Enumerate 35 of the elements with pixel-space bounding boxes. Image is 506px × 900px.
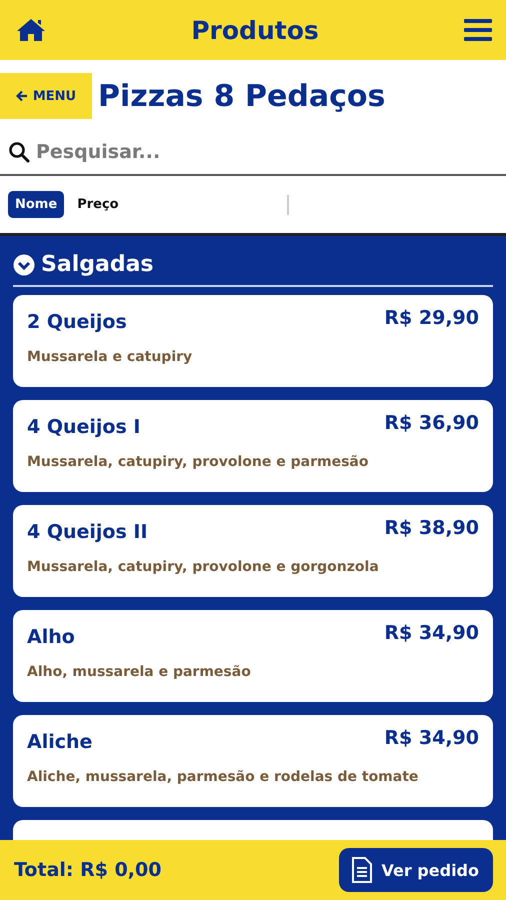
- product-name: Aliche: [27, 730, 94, 755]
- order-total: Total: R$ 0,00: [14, 859, 162, 881]
- product-name: 4 Queijos I: [27, 415, 142, 440]
- product-description: Mussarela, catupiry, provolone e gorgonzola: [27, 559, 380, 577]
- back-button[interactable]: MENU: [0, 73, 92, 119]
- category-title: Pizzas 8 Pedaços: [98, 78, 386, 114]
- product-card[interactable]: Alho R$ 34,90 Alho, mussarela e parmesão: [13, 610, 493, 702]
- menu-icon[interactable]: [464, 18, 492, 42]
- sort-option[interactable]: Preço: [70, 191, 126, 218]
- product-name: 2 Queijos: [27, 310, 128, 335]
- view-order-button[interactable]: Ver pedido: [339, 848, 493, 892]
- product-description: Alho, mussarela e parmesão: [27, 664, 252, 682]
- product-description: Aliche, mussarela, parmesão e rodelas de tomate: [27, 769, 420, 787]
- sort-option[interactable]: Nome: [8, 191, 64, 218]
- product-description: Mussarela e catupiry: [27, 349, 194, 367]
- product-price: R$ 29,90: [384, 307, 479, 331]
- product-description: Mussarela, catupiry, provolone e parmesão: [27, 454, 370, 472]
- product-name: Alho: [27, 625, 76, 650]
- page-title: Produtos: [191, 16, 319, 44]
- product-card[interactable]: 4 Queijos I R$ 36,90 Mussarela, catupiry, provolone e parmesão: [13, 400, 493, 492]
- product-card[interactable]: 4 Queijos II R$ 38,90 Mussarela, catupiry, provolone e gorgonzola: [13, 505, 493, 597]
- home-icon[interactable]: [16, 17, 46, 43]
- product-name: 4 Queijos II: [27, 520, 149, 545]
- product-card[interactable]: 2 Queijos R$ 29,90 Mussarela e catupiry: [13, 295, 493, 387]
- product-price: R$ 38,90: [384, 517, 479, 541]
- section-header[interactable]: Salgadas: [13, 246, 493, 287]
- search-icon: [8, 141, 30, 163]
- document-icon: [351, 857, 374, 883]
- product-card[interactable]: Aliche R$ 34,90 Aliche, mussarela, parmesão e rodelas de tomate: [13, 715, 493, 807]
- search-field[interactable]: Pesquisar...: [34, 140, 498, 164]
- product-price: R$ 34,90: [384, 727, 479, 751]
- product-price: R$ 36,90: [384, 412, 479, 436]
- chevron-icon: [13, 254, 35, 276]
- arrow-left-icon: [16, 90, 28, 102]
- product-price: R$ 34,90: [384, 622, 479, 646]
